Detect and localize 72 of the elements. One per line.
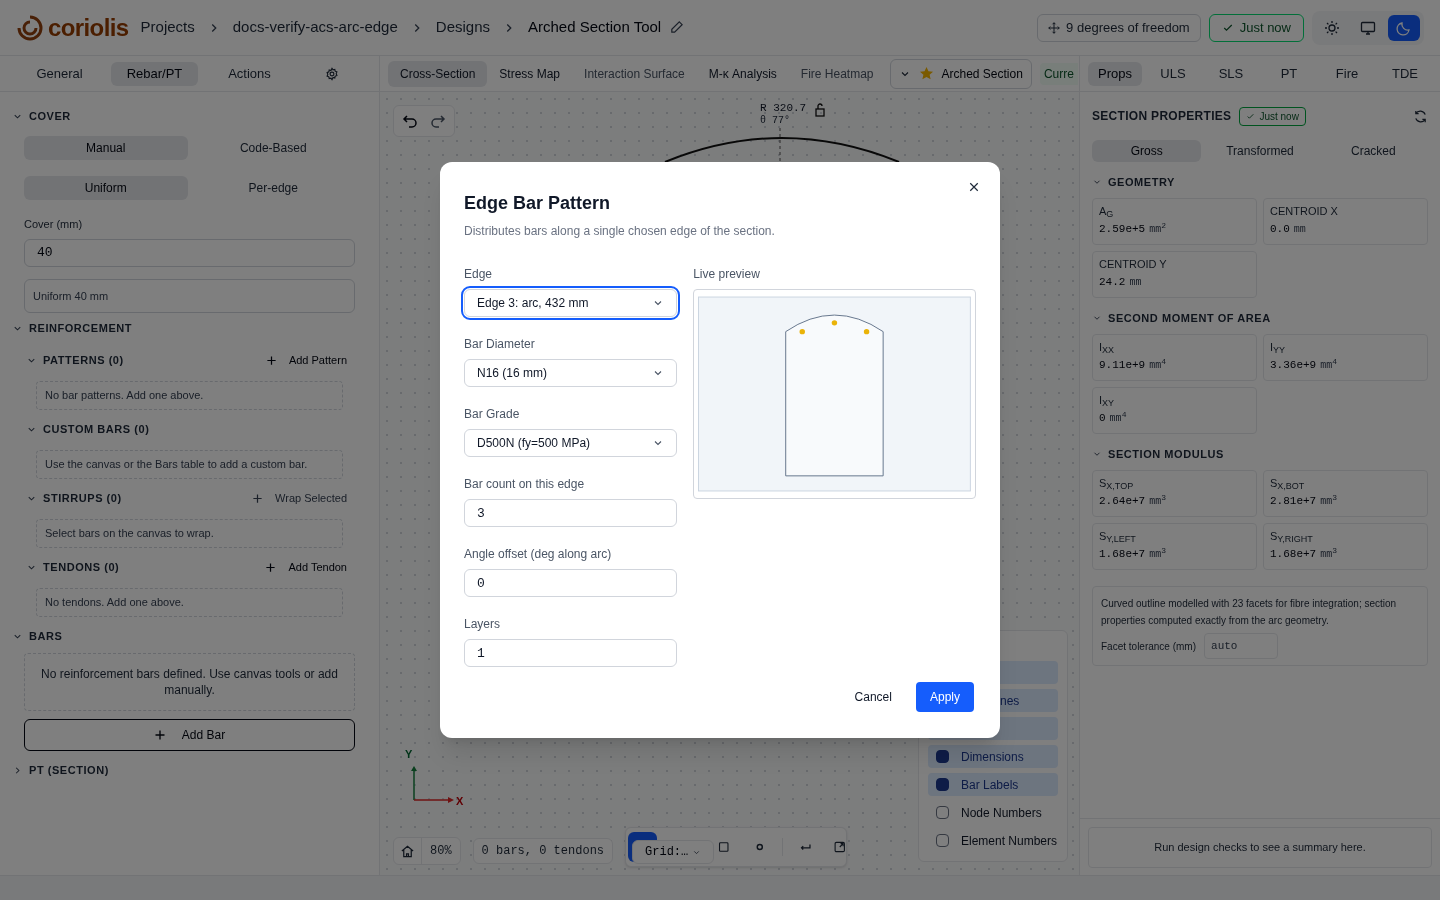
current-badge: Curre (1039, 62, 1078, 85)
panel-title: SECTION PROPERTIES (1092, 108, 1232, 125)
property-unit: mm$^{2}$ (1149, 221, 1167, 237)
empty-message: Use the canvas or the Bars table to add a custom bar. (36, 449, 343, 479)
section-heading: GEOMETRY (1108, 174, 1175, 190)
property-unit: mm$^{4}$ (1149, 357, 1167, 373)
counts-label: 0 bars, 0 tendons (472, 838, 614, 864)
section-heading: COVER (29, 108, 71, 124)
field-label: Edge (464, 266, 494, 282)
dialog-description: Distributes bars along a single chosen edge of the section. (464, 223, 776, 240)
dialog-title: Edge Bar Pattern (464, 192, 612, 215)
field-label: Bar Grade (464, 406, 521, 422)
section-heading: TENDONS (0) (43, 560, 120, 576)
property-value: 2.59e+5 (1099, 222, 1146, 237)
property-value: 0 (1099, 411, 1106, 426)
property-label: S$_{X,TOP}$ (1099, 476, 1135, 492)
section-heading: SECOND MOMENT OF AREA (1108, 310, 1271, 326)
section-heading: STIRRUPS (0) (43, 491, 122, 507)
empty-message: Select bars on the canvas to wrap. (36, 518, 343, 548)
field-label: Bar count on this edge (464, 476, 586, 492)
axis-label: Y (405, 747, 413, 762)
dof-badge: 9 degrees of freedom (1037, 13, 1201, 42)
save-status-badge: Just now (1208, 13, 1304, 42)
property-unit: mm$^{4}$ (1320, 357, 1338, 373)
property-unit: mm$^{3}$ (1149, 493, 1167, 509)
property-unit: mm$^{3}$ (1320, 493, 1338, 509)
dimension-label: θ 77° (760, 115, 790, 127)
property-unit: mm$^{4}$ (1109, 410, 1127, 426)
cover-summary: Uniform 40 mm (24, 278, 355, 313)
section-heading: BARS (29, 629, 63, 645)
field-label: Angle offset (deg along arc) (464, 546, 613, 562)
property-value: 0.0 (1270, 222, 1290, 237)
logo: coriolis (48, 12, 129, 43)
property-unit: mm (1293, 223, 1306, 237)
property-value: 3.36e+9 (1270, 358, 1317, 373)
property-label: I$_{YY}$ (1270, 340, 1287, 356)
section-heading: SECTION MODULUS (1108, 446, 1224, 462)
field-label: Bar Diameter (464, 336, 536, 352)
empty-message: No tendons. Add one above. (36, 587, 343, 617)
summary-message: Run design checks to see a summary here. (1088, 827, 1432, 868)
empty-message: No reinforcement bars defined. Use canvas tools or add manually. (24, 652, 355, 711)
property-unit: mm (1129, 276, 1142, 290)
field-label: Layers (464, 616, 502, 632)
section-heading: REINFORCEMENT (29, 321, 133, 337)
status-badge: Just now (1239, 106, 1306, 126)
property-label: A$_{G}$ (1099, 204, 1115, 220)
section-heading: CUSTOM BARS (0) (43, 422, 150, 438)
property-value: 9.11e+9 (1099, 358, 1146, 373)
section-heading: PT (SECTION) (29, 763, 109, 779)
property-value: 2.81e+7 (1270, 494, 1317, 509)
property-label: S$_{X,BOT}$ (1270, 476, 1306, 492)
property-label: I$_{XY}$ (1099, 393, 1116, 409)
section-heading: PATTERNS (0) (43, 353, 124, 369)
property-value: 24.2 (1099, 275, 1126, 290)
property-unit: mm$^{3}$ (1320, 546, 1338, 562)
property-value: 1.68e+7 (1270, 547, 1317, 562)
property-value: 1.68e+7 (1099, 547, 1146, 562)
property-unit: mm$^{3}$ (1149, 546, 1167, 562)
empty-message: No bar patterns. Add one above. (36, 380, 343, 410)
property-value: 2.64e+7 (1099, 494, 1146, 509)
property-label: CENTROID Y (1099, 257, 1168, 272)
dimension-label: R 320.7 (760, 102, 807, 115)
property-label: I$_{XX}$ (1099, 340, 1116, 356)
property-label: CENTROID X (1270, 204, 1339, 219)
field-label: Facet tolerance (mm) (1101, 639, 1197, 654)
zoom-level: 80% (429, 843, 453, 860)
property-label: S$_{Y,LEFT}$ (1099, 529, 1137, 545)
axis-label: X (456, 794, 464, 809)
note-text: Curved outline modelled with 23 facets for fibre integration; section properties computed exactly from the arc geometry. (1101, 597, 1398, 628)
property-label: S$_{Y,RIGHT}$ (1270, 529, 1314, 545)
field-label: Live preview (693, 266, 761, 282)
field-label: Cover (mm) (24, 217, 84, 232)
